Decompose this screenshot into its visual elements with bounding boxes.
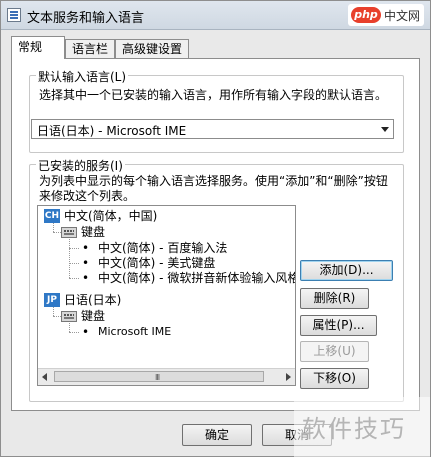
installed-services-label: 已安装的服务(I) bbox=[36, 157, 125, 174]
tab-general[interactable]: 常规 bbox=[11, 36, 65, 59]
tree-node-label: Microsoft IME bbox=[98, 325, 172, 338]
chevron-down-icon[interactable] bbox=[381, 127, 389, 132]
language-jp-icon: JP bbox=[44, 293, 60, 307]
move-up-button[interactable]: 上移(U) bbox=[300, 341, 369, 362]
tree-connector bbox=[69, 332, 79, 333]
bullet-icon: • bbox=[82, 256, 90, 270]
tab-language-bar[interactable]: 语言栏 bbox=[65, 39, 115, 58]
app-icon bbox=[7, 8, 21, 22]
keyboard-icon bbox=[61, 311, 77, 322]
default-language-label: 默认输入语言(L) bbox=[36, 68, 129, 85]
properties-button[interactable]: 属性(P)... bbox=[300, 315, 377, 336]
installed-services-description: 为列表中显示的每个输入语言选择服务。使用“添加”和“删除”按钮来修改这个列表。 bbox=[39, 174, 388, 203]
bullet-icon: • bbox=[82, 271, 90, 285]
tree-node-label: 中文(简体) - 百度输入法 bbox=[98, 241, 228, 255]
language-ch-icon: CH bbox=[44, 209, 60, 223]
window-title: 文本服务和输入语言 bbox=[27, 11, 145, 26]
php-logo: php bbox=[351, 7, 381, 23]
tree-node-label: 中文(简体) - 微软拼音新体验输入风格 bbox=[98, 271, 296, 285]
tab-advanced-key-settings[interactable]: 高级键设置 bbox=[115, 39, 189, 58]
watermark-logo: php 中文网 bbox=[348, 4, 424, 26]
scroll-thumb[interactable]: III bbox=[54, 371, 264, 382]
remove-button[interactable]: 删除(R) bbox=[300, 288, 369, 309]
bullet-icon: • bbox=[82, 325, 90, 339]
bullet-icon: • bbox=[82, 241, 90, 255]
tree-connector bbox=[69, 239, 70, 278]
title-bar[interactable]: 文本服务和输入语言 php 中文网 bbox=[1, 1, 430, 30]
tree-node-label: 中文(简体) - 美式键盘 bbox=[98, 256, 216, 270]
tree-connector bbox=[69, 263, 79, 264]
horizontal-scrollbar[interactable]: III bbox=[38, 368, 295, 385]
tree-connector bbox=[69, 278, 79, 279]
dialog-window: 文本服务和输入语言 php 中文网 常规 语言栏 高级键设置 默认输入语言(L)… bbox=[0, 0, 431, 458]
add-button[interactable]: 添加(D)... bbox=[300, 260, 393, 281]
tree-connector bbox=[53, 316, 61, 317]
keyboard-icon bbox=[61, 227, 77, 238]
tree-node-label: 键盘 bbox=[81, 309, 106, 323]
watermark-text: 中文网 bbox=[384, 9, 421, 23]
default-language-value: 日语(日本) - Microsoft IME bbox=[37, 124, 187, 138]
default-language-description: 选择其中一个已安装的输入语言，用作所有输入字段的默认语言。 bbox=[39, 88, 388, 102]
tree-node-label: 中文(简体，中国) bbox=[64, 209, 158, 223]
ok-button[interactable]: 确定 bbox=[182, 424, 252, 446]
tree-node-label: 日语(日本) bbox=[64, 293, 122, 307]
tree-connector bbox=[69, 323, 70, 332]
tree-connector bbox=[53, 223, 54, 232]
scroll-left-icon[interactable] bbox=[42, 373, 47, 381]
move-down-button[interactable]: 下移(O) bbox=[300, 368, 369, 389]
watermark-overlay: 软件技巧 bbox=[294, 397, 430, 458]
default-language-group: 默认输入语言(L) bbox=[29, 68, 404, 153]
scroll-right-icon[interactable] bbox=[286, 373, 291, 381]
scroll-grip: III bbox=[155, 373, 160, 382]
tree-connector bbox=[69, 248, 79, 249]
tree-connector bbox=[53, 307, 54, 316]
watermark-text: 软件技巧 bbox=[302, 415, 406, 443]
services-tree[interactable]: CH 中文(简体，中国) 键盘 • 中文(简体) - 百度输入法 • 中文(简体… bbox=[37, 205, 296, 386]
tree-connector bbox=[53, 232, 61, 233]
tree-node-label: 键盘 bbox=[81, 225, 106, 239]
default-language-select[interactable]: 日语(日本) - Microsoft IME bbox=[31, 119, 394, 139]
